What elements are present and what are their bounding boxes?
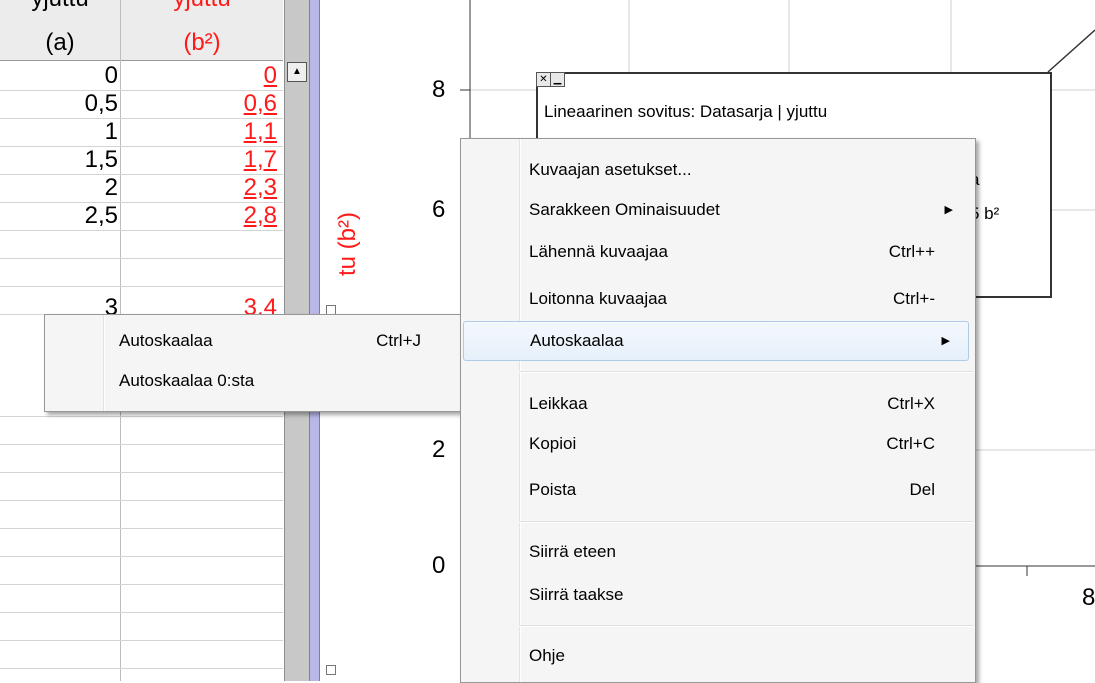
x-tick-label: 8 <box>1082 584 1095 611</box>
menu-separator <box>519 521 973 523</box>
menu-item-shortcut: Ctrl+- <box>892 289 935 308</box>
menu-item-label: Lähennä kuvaajaa <box>529 242 668 261</box>
close-icon[interactable]: ✕ <box>536 72 551 87</box>
table-cell-a[interactable]: 2,5 <box>0 202 118 230</box>
row-line <box>0 584 283 585</box>
minimize-icon[interactable]: ▁ <box>550 72 565 87</box>
menu-item-column-properties[interactable]: Sarakkeen Ominaisuudet ▶ <box>463 190 971 230</box>
table-cell-b[interactable]: 1,1 <box>121 118 277 146</box>
table-cell-a[interactable]: 1,5 <box>0 146 118 174</box>
y-tick-label: 0 <box>432 552 446 579</box>
y-tick-label: 8 <box>432 76 446 103</box>
menu-item-shortcut: Del <box>909 480 935 499</box>
menu-separator <box>519 371 973 373</box>
row-line <box>0 472 283 473</box>
menu-item-label: Autoskaalaa 0:sta <box>119 371 255 390</box>
menu-item-copy[interactable]: Kopioi Ctrl+C <box>463 424 971 464</box>
menu-item-label: Autoskaalaa <box>119 331 213 350</box>
table-cell-a[interactable]: 2 <box>0 174 118 202</box>
row-line <box>0 230 283 231</box>
menu-item-graph-settings[interactable]: Kuvaajan asetukset... <box>463 150 971 190</box>
y-tick-label: 6 <box>432 196 446 223</box>
menu-item-label: Loitonna kuvaajaa <box>529 289 668 308</box>
resize-handle[interactable] <box>326 665 336 675</box>
menu-item-label: Sarakkeen Ominaisuudet <box>529 200 720 219</box>
menu-item-label: Autoskaalaa <box>530 331 624 350</box>
table-cell-b[interactable]: 2,8 <box>121 202 277 230</box>
menu-item-label: Leikkaa <box>529 394 588 413</box>
table-cell-b[interactable]: 1,7 <box>121 146 277 174</box>
menu-item-bring-forward[interactable]: Siirrä eteen <box>463 532 971 572</box>
row-line <box>0 612 283 613</box>
menu-item-zoom-in[interactable]: Lähennä kuvaajaa Ctrl++ <box>463 232 971 272</box>
row-line <box>0 416 283 417</box>
menu-item-shortcut: Ctrl+X <box>887 394 935 413</box>
menu-item-label: Kopioi <box>529 434 577 453</box>
table-header: yjuttu (a) yjuttu (b²) <box>0 0 283 61</box>
table-cell-b[interactable]: 0,6 <box>121 90 277 118</box>
row-line <box>0 668 283 669</box>
row-line <box>0 528 283 529</box>
table-cell-a[interactable]: 0,5 <box>0 90 118 118</box>
column-b-unit[interactable]: (b²) <box>121 30 283 56</box>
menu-item-send-backward[interactable]: Siirrä taakse <box>463 575 971 615</box>
menu-item-label: Siirrä taakse <box>529 585 624 604</box>
table-cell-a[interactable]: 1 <box>0 118 118 146</box>
submenu-arrow-icon: ▶ <box>944 204 953 216</box>
submenu-item-autoscale[interactable]: Autoskaalaa Ctrl+J <box>47 321 459 361</box>
menu-item-zoom-out[interactable]: Loitonna kuvaajaa Ctrl+- <box>463 279 971 319</box>
fit-title: Lineaarinen sovitus: Datasarja | yjuttu <box>544 102 828 121</box>
menu-separator <box>519 625 973 627</box>
row-line <box>0 556 283 557</box>
menu-item-shortcut: Ctrl+J <box>376 331 421 350</box>
row-line <box>0 444 283 445</box>
row-line <box>0 500 283 501</box>
menu-item-autoscale[interactable]: Autoskaalaa ▶ <box>463 321 969 361</box>
submenu-arrow-icon: ▶ <box>941 335 950 347</box>
menu-item-delete[interactable]: Poista Del <box>463 470 971 510</box>
table-cell-a[interactable]: 0 <box>0 62 118 90</box>
scroll-up-icon[interactable]: ▲ <box>287 62 307 82</box>
y-tick-label: 2 <box>432 436 446 463</box>
row-line <box>0 258 283 259</box>
table-cell-b[interactable]: 2,3 <box>121 174 277 202</box>
menu-item-label: Ohje <box>529 646 565 665</box>
fit-line[interactable] <box>1047 29 1095 73</box>
table-cell-b[interactable]: 0 <box>121 62 277 90</box>
context-menu: Kuvaajan asetukset... Sarakkeen Ominaisu… <box>460 138 976 683</box>
menu-item-shortcut: Ctrl++ <box>888 242 935 261</box>
menu-item-help[interactable]: Ohje <box>463 636 971 676</box>
row-line <box>0 640 283 641</box>
row-line <box>0 286 283 287</box>
submenu-item-autoscale-from-zero[interactable]: Autoskaalaa 0:sta <box>47 361 459 401</box>
menu-item-label: Kuvaajan asetukset... <box>529 160 692 179</box>
menu-item-cut[interactable]: Leikkaa Ctrl+X <box>463 384 971 424</box>
column-a-unit[interactable]: (a) <box>0 30 120 56</box>
menu-item-shortcut: Ctrl+C <box>886 434 935 453</box>
menu-item-label: Siirrä eteen <box>529 542 616 561</box>
menu-item-label: Poista <box>529 480 577 499</box>
column-a-name[interactable]: yjuttu <box>0 0 120 12</box>
column-b-name[interactable]: yjuttu <box>121 0 283 12</box>
autoscale-submenu: Autoskaalaa Ctrl+J Autoskaalaa 0:sta <box>44 314 464 412</box>
